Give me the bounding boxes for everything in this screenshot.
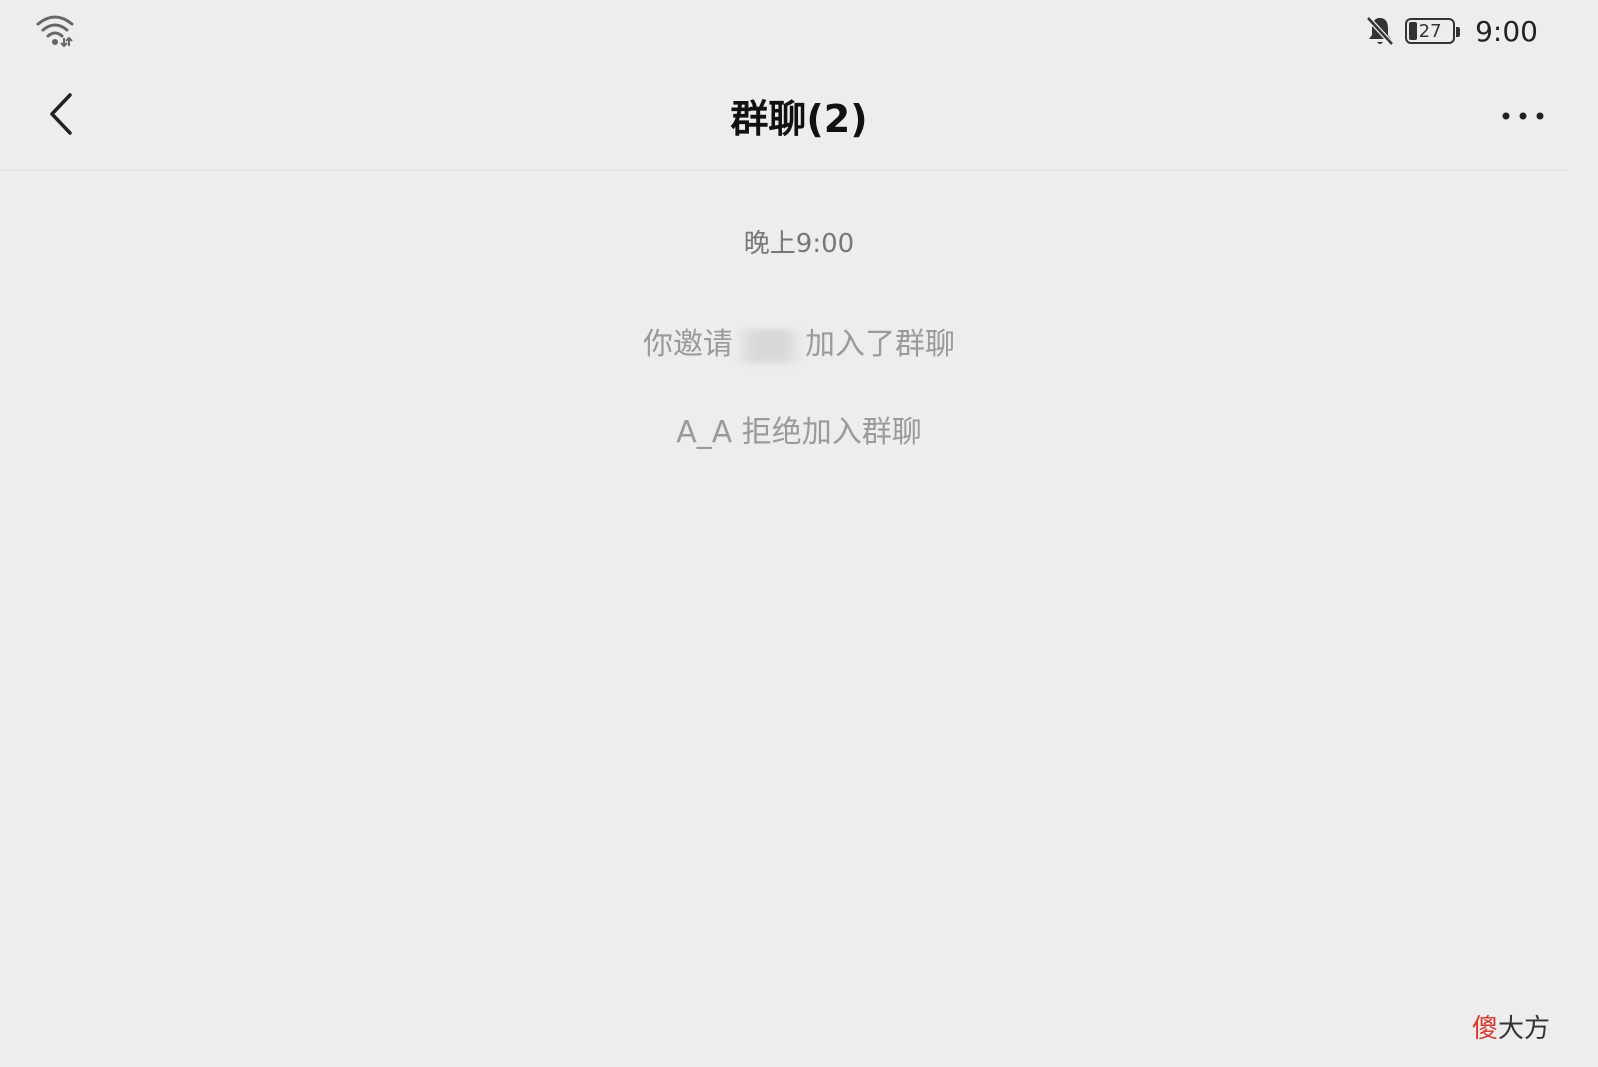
watermark: 傻大方 bbox=[1472, 1008, 1550, 1045]
bell-muted-icon bbox=[1366, 16, 1394, 46]
system-message-invite: 你邀请 加入了群聊 bbox=[0, 319, 1598, 363]
status-bar: 27 9:00 bbox=[0, 0, 1598, 60]
message-timestamp: 晚上9:00 bbox=[743, 229, 855, 259]
watermark-accent: 傻 bbox=[1471, 1014, 1498, 1044]
battery-level: 27 bbox=[1418, 20, 1442, 42]
watermark-text: 大方 bbox=[1497, 1014, 1550, 1044]
system-message-declined: A_A 拒绝加入群聊 bbox=[676, 415, 922, 450]
invite-suffix: 加入了群聊 bbox=[805, 327, 955, 362]
invite-prefix: 你邀请 bbox=[643, 327, 733, 362]
more-dots-icon bbox=[1502, 112, 1544, 120]
frame-edge bbox=[1568, 0, 1598, 1067]
redacted-name bbox=[733, 328, 805, 363]
chat-header: 群聊(2) bbox=[0, 60, 1598, 171]
more-button[interactable] bbox=[1498, 96, 1548, 136]
status-time: 9:00 bbox=[1475, 14, 1538, 48]
status-right: 27 9:00 bbox=[1365, 14, 1538, 48]
wifi-icon bbox=[36, 15, 74, 48]
chat-screen: 27 9:00 群聊(2) 晚上9:00 你邀请 加入了群聊 A_A 拒绝加入群聊 bbox=[0, 0, 1598, 1067]
battery-fill bbox=[1409, 22, 1418, 40]
battery-icon: 27 bbox=[1405, 18, 1461, 44]
page-title: 群聊(2) bbox=[730, 97, 868, 141]
